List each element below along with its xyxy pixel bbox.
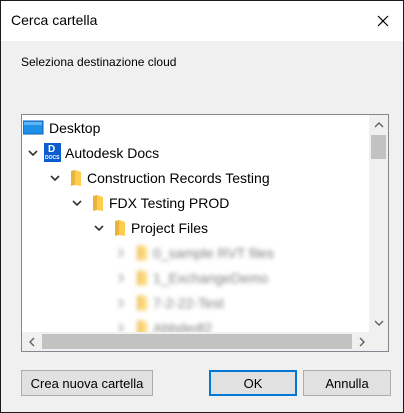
tree-item-desktop[interactable]: Desktop (22, 115, 100, 140)
folder-icon (115, 219, 125, 236)
folder-icon (137, 294, 147, 311)
folder-icon (137, 269, 147, 286)
chevron-right-icon[interactable] (115, 247, 127, 259)
tree-item-construction-records-testing[interactable]: Construction Records Testing (49, 165, 270, 190)
chevron-down-icon[interactable] (71, 197, 83, 209)
tree-item-label: Project Files (131, 219, 209, 236)
dialog-body: Seleziona destinazione cloud Desktop D D… (1, 41, 403, 412)
tree-item-label: 7-2-22-Test (153, 294, 224, 311)
tree-item-label: Autodesk Docs (65, 144, 160, 161)
tree-item-folder[interactable]: 7-2-22-Test (115, 290, 224, 315)
chevron-up-icon (374, 121, 383, 127)
chevron-right-icon[interactable] (115, 272, 127, 284)
tree-item-fdx-testing-prod[interactable]: FDX Testing PROD (71, 190, 229, 215)
folder-icon (93, 194, 103, 211)
desktop-icon (23, 120, 44, 134)
tree-item-label: Desktop (49, 119, 101, 136)
chevron-down-icon[interactable] (27, 147, 39, 159)
folder-tree[interactable]: Desktop D DOCS Autodesk Docs Constructio… (21, 114, 389, 352)
docs-badge-text: DOCS (45, 155, 60, 161)
tree-item-label: FDX Testing PROD (109, 194, 230, 211)
chevron-right-icon[interactable] (115, 297, 127, 309)
horizontal-scroll-thumb[interactable] (42, 334, 352, 349)
docs-badge-letter: D (48, 144, 56, 155)
vertical-scroll-thumb[interactable] (371, 135, 386, 159)
scroll-up-button[interactable] (369, 115, 388, 134)
tree-item-label: 0_sample RVT files (153, 244, 274, 261)
browse-folder-dialog: Cerca cartella Seleziona destinazione cl… (0, 0, 404, 413)
tree-item-folder[interactable]: 0_sample RVT files (115, 240, 274, 265)
horizontal-scrollbar[interactable] (22, 332, 371, 351)
cancel-button[interactable]: Annulla (303, 370, 391, 396)
ok-button[interactable]: OK (209, 370, 297, 396)
tree-item-autodesk-docs[interactable]: D DOCS Autodesk Docs (27, 140, 159, 165)
tree-item-folder[interactable]: 1_ExchangeDemo (115, 265, 268, 290)
close-icon (377, 15, 389, 27)
folder-icon (71, 169, 81, 186)
scroll-down-button[interactable] (369, 313, 388, 332)
dialog-title: Cerca cartella (11, 12, 98, 28)
title-bar[interactable]: Cerca cartella (1, 1, 403, 41)
vertical-scrollbar[interactable] (369, 115, 388, 332)
chevron-right-icon (359, 337, 365, 346)
tree-item-label: 1_ExchangeDemo (153, 269, 269, 286)
chevron-down-icon[interactable] (93, 222, 105, 234)
new-folder-button[interactable]: Crea nuova cartella (21, 370, 153, 396)
chevron-down-icon (374, 320, 383, 326)
autodesk-docs-icon: D DOCS (44, 143, 61, 162)
tree-item-project-files[interactable]: Project Files (93, 215, 208, 240)
tree-item-label: Construction Records Testing (87, 169, 270, 186)
instruction-text: Seleziona destinazione cloud (21, 55, 177, 69)
folder-icon (137, 244, 147, 261)
chevron-left-icon (28, 337, 34, 346)
close-button[interactable] (369, 7, 397, 35)
scrollbar-corner (369, 332, 388, 351)
scroll-left-button[interactable] (22, 332, 41, 351)
chevron-down-icon[interactable] (49, 172, 61, 184)
